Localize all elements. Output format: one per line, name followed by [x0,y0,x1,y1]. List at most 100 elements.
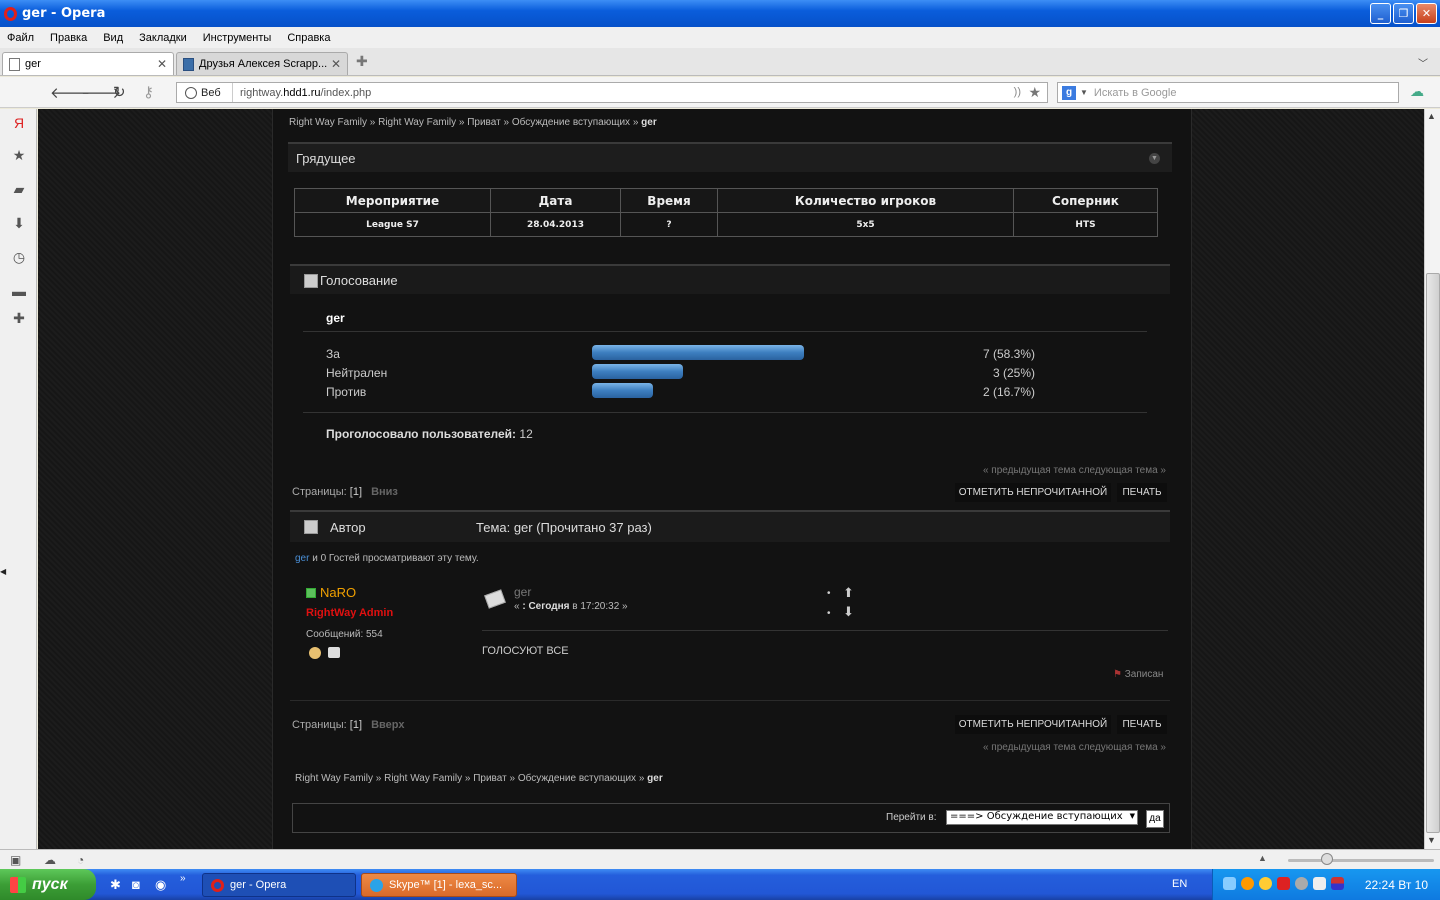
bookmarks-icon[interactable]: ★ [11,147,27,163]
scroll-up-icon[interactable]: ▲ [1427,111,1436,121]
crumb-link[interactable]: Right Way Family [384,773,462,784]
cell-time: ? [620,212,718,237]
close-tab-icon[interactable]: ✕ [331,57,341,71]
crumb-link[interactable]: Right Way Family [289,117,367,128]
crumb-current[interactable]: ger [647,773,663,784]
add-panel-icon[interactable]: ✚ [11,310,27,326]
down-link[interactable]: Вниз [371,486,398,498]
network-icon[interactable] [1223,877,1236,890]
more-icon[interactable]: » [180,873,186,884]
menu-bookmarks[interactable]: Закладки [139,32,187,44]
rss-icon[interactable]: )) [1014,86,1021,98]
crumb-link[interactable]: Приват [473,773,506,784]
downloads-icon[interactable]: ⬇ [11,215,27,231]
address-field[interactable]: Веб rightway.hdd1.ru/index.php )) ★ [176,82,1048,103]
upcoming-title: Грядущее [296,150,356,166]
arrow-down-icon[interactable]: ⬇ [843,604,855,619]
quicklaunch-icon[interactable]: ✱ [110,877,121,893]
search-field[interactable]: g ▼ Искать в Google [1057,82,1399,103]
flag-icon[interactable] [1331,877,1344,890]
author-col-label: Автор [330,520,366,535]
yandex-icon[interactable]: Я [11,115,27,131]
crumb-link[interactable]: Приват [467,117,500,128]
new-tab-icon[interactable]: ✚ [356,53,368,70]
post-title[interactable]: ger [514,585,531,599]
crumb-link[interactable]: Обсуждение вступающих [518,773,636,784]
reload-icon[interactable]: ↻ [113,83,126,101]
antivirus-icon[interactable] [1277,877,1290,890]
google-icon[interactable]: g [1062,85,1076,100]
history-icon[interactable]: ◷ [11,249,27,265]
mark-unread-button[interactable]: ОТМЕТИТЬ НЕПРОЧИТАННОЙ [955,483,1111,502]
tab-friends[interactable]: Друзья Алексея Scrapp... ✕ [176,52,348,75]
task-opera[interactable]: ger - Opera [202,873,356,897]
tray-icon[interactable] [1295,877,1308,890]
crumb-link[interactable]: Обсуждение вступающих [512,117,630,128]
poll-question: ger [326,311,345,325]
menu-view[interactable]: Вид [103,32,123,44]
menu-tools[interactable]: Инструменты [203,32,272,44]
print-button[interactable]: ПЕЧАТЬ [1117,483,1167,502]
mark-unread-button[interactable]: ОТМЕТИТЬ НЕПРОЧИТАННОЙ [955,715,1111,734]
crumb-current[interactable]: ger [641,117,657,128]
post-date: « : Сегодня в 17:20:32 » [514,601,628,612]
crumb-link[interactable]: Right Way Family [378,117,456,128]
menu-help[interactable]: Справка [287,32,330,44]
page-link[interactable]: [1] [350,486,362,498]
scroll-down-icon[interactable]: ▼ [1427,835,1436,845]
post-username[interactable]: NaRO [320,585,356,600]
task-skype[interactable]: Skype™ [1] - lexa_sc... [361,873,517,897]
topic-prev-next[interactable]: « предыдущая тема следующая тема » [983,742,1166,753]
page-viewport: Right Way Family » Right Way Family » Пр… [38,109,1424,849]
jump-go-button[interactable]: да [1146,810,1164,828]
tray-icon[interactable] [1241,877,1254,890]
jump-select[interactable]: ===> Обсуждение вступающих ▼ [946,810,1138,825]
unite-icon[interactable]: ☁ [44,853,56,867]
breadcrumb: Right Way Family » Right Way Family » Пр… [289,117,657,128]
language-indicator[interactable]: EN [1172,878,1187,890]
chrome-icon[interactable]: ◉ [155,877,166,893]
topic-prev-next[interactable]: « предыдущая тема следующая тема » [983,465,1166,476]
start-button[interactable]: пуск [0,869,96,900]
col-players: Количество игроков [717,188,1014,213]
turbo-icon[interactable]: ◔ [77,853,84,867]
poll-votes: 2 (16.7%) [982,385,1035,399]
vertical-scrollbar[interactable]: ▲ ▼ [1424,109,1440,849]
logged-icon: ⚑ [1113,669,1122,680]
panel-toggle-icon[interactable]: ▣ [10,853,21,867]
zoom-slider[interactable] [1288,859,1434,862]
close-tab-icon[interactable]: ✕ [157,57,167,71]
close-button[interactable]: ✕ [1416,3,1437,24]
opera-unite-icon[interactable]: ☁ [1410,83,1424,100]
notes-icon[interactable]: ▰ [11,181,27,197]
viewer-link[interactable]: ger [295,553,309,564]
collapse-icon[interactable]: ▼ [1149,153,1160,164]
scroll-thumb[interactable] [1426,273,1440,833]
volume-icon[interactable] [1313,877,1326,890]
collapse-arrow-icon[interactable]: ◀ [0,567,6,576]
profile-icon[interactable] [309,647,321,659]
up-link[interactable]: Вверх [371,719,404,731]
windows-icon[interactable]: ▬ [11,283,27,299]
pm-icon[interactable] [328,647,340,658]
chevron-down-icon[interactable]: ▼ [1080,88,1088,97]
poll-votes: 7 (58.3%) [982,347,1035,361]
key-icon[interactable]: ⚷ [143,83,154,101]
view-icon[interactable]: ▲ [1258,853,1267,863]
tab-ger[interactable]: ger ✕ [2,52,174,75]
web-badge[interactable]: Веб [177,83,233,102]
menu-bar: Файл Правка Вид Закладки Инструменты Спр… [0,27,1440,48]
page-link[interactable]: [1] [350,719,362,731]
quicklaunch-icon[interactable]: ◙ [132,877,140,892]
menu-edit[interactable]: Правка [50,32,87,44]
chevron-down-icon[interactable]: ﹀ [1418,55,1428,70]
zoom-knob[interactable] [1321,853,1333,865]
arrow-up-icon[interactable]: ⬆ [843,585,855,600]
bookmark-star-icon[interactable]: ★ [1028,84,1041,101]
crumb-link[interactable]: Right Way Family [295,773,373,784]
maximize-button[interactable]: ❐ [1393,3,1414,24]
tray-icon[interactable] [1259,877,1272,890]
menu-file[interactable]: Файл [7,32,34,44]
print-button[interactable]: ПЕЧАТЬ [1117,715,1167,734]
minimize-button[interactable]: _ [1370,3,1391,24]
